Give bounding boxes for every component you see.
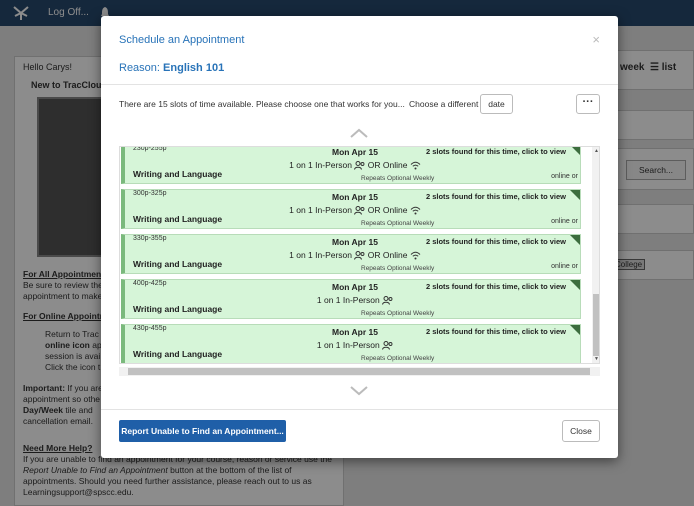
slot-list[interactable]: 230p-255p Mon Apr 15 2 slots found for thi… — [119, 146, 600, 364]
slot-online-note: online or — [551, 263, 578, 270]
slot-found-link[interactable]: 2 slots found for this time, click to vi… — [426, 192, 566, 201]
scroll-up-arrow-icon[interactable]: ▲ — [593, 148, 599, 156]
slot-repeats: Repeats Optional Weekly — [361, 220, 435, 227]
vertical-scroll-thumb[interactable] — [593, 294, 599, 356]
slot-day: Mon Apr 15 — [332, 147, 378, 157]
corner-flag-icon — [560, 235, 580, 245]
corner-flag-icon — [560, 147, 580, 155]
slot-time: 230p-255p — [133, 146, 167, 152]
in-person-icon — [382, 340, 393, 350]
footer-divider — [101, 409, 618, 410]
slot-repeats: Repeats Optional Weekly — [361, 265, 435, 272]
slots-available-text: There are 15 slots of time available. Pl… — [119, 99, 405, 109]
close-button[interactable]: Close — [562, 420, 600, 442]
slot-subject: Writing and Language — [133, 214, 223, 224]
close-icon[interactable]: × — [592, 32, 600, 47]
slot-subject: Writing and Language — [133, 169, 223, 179]
slot-row[interactable]: 330p-355p Mon Apr 15 2 slots found for thi… — [121, 234, 581, 274]
slot-repeats: Repeats Optional Weekly — [361, 310, 435, 317]
slot-day: Mon Apr 15 — [332, 282, 378, 292]
scroll-down-arrow-icon[interactable]: ▼ — [593, 356, 599, 363]
date-button[interactable]: date — [480, 94, 513, 114]
slot-online-note: online or — [551, 173, 578, 180]
slot-online-note: online or — [551, 218, 578, 225]
slot-row[interactable]: 300p-325p Mon Apr 15 2 slots found for thi… — [121, 189, 581, 229]
slot-row[interactable]: 230p-255p Mon Apr 15 2 slots found for thi… — [121, 146, 581, 184]
slot-time: 430p-455p — [133, 325, 167, 332]
choose-different-label: Choose a different — [409, 99, 479, 109]
wifi-icon — [410, 205, 421, 215]
slot-row[interactable]: 400p-425p Mon Apr 15 2 slots found for thi… — [121, 279, 581, 319]
schedule-appointment-modal: Schedule an Appointment × Reason: Englis… — [101, 16, 618, 458]
more-options-button[interactable]: ··· — [576, 94, 600, 114]
vertical-scrollbar[interactable]: ▲ ▼ — [592, 147, 599, 363]
slot-subject: Writing and Language — [133, 349, 223, 359]
reason-line: Reason: English 101 — [119, 62, 225, 74]
corner-flag-icon — [560, 190, 580, 200]
slot-repeats: Repeats Optional Weekly — [361, 355, 435, 362]
slot-subject: Writing and Language — [133, 259, 223, 269]
horizontal-scrollbar[interactable] — [119, 367, 600, 376]
slot-list-inner: 230p-255p Mon Apr 15 2 slots found for thi… — [120, 146, 590, 363]
slot-repeats: Repeats Optional Weekly — [361, 175, 435, 182]
horizontal-scroll-thumb[interactable] — [128, 368, 590, 375]
slot-found-link[interactable]: 2 slots found for this time, click to vi… — [426, 282, 566, 291]
slot-time: 330p-355p — [133, 235, 167, 242]
slot-found-link[interactable]: 2 slots found for this time, click to vi… — [426, 237, 566, 246]
slot-time: 300p-325p — [133, 190, 167, 197]
slot-time: 400p-425p — [133, 280, 167, 287]
corner-flag-icon — [560, 280, 580, 290]
in-person-icon — [354, 160, 365, 170]
header-divider — [101, 84, 618, 85]
modal-title: Schedule an Appointment — [119, 34, 245, 46]
slot-found-link[interactable]: 2 slots found for this time, click to vi… — [426, 147, 566, 156]
corner-flag-icon — [560, 325, 580, 335]
report-unable-button[interactable]: Report Unable to Find an Appointment... — [119, 420, 286, 442]
in-person-icon — [354, 250, 365, 260]
scroll-down-chevron-icon[interactable] — [350, 386, 368, 396]
wifi-icon — [410, 250, 421, 260]
wifi-icon — [410, 160, 421, 170]
slot-row[interactable]: 430p-455p Mon Apr 15 2 slots found for thi… — [121, 324, 581, 363]
in-person-icon — [354, 205, 365, 215]
scroll-up-chevron-icon[interactable] — [350, 128, 368, 138]
in-person-icon — [382, 295, 393, 305]
slot-day: Mon Apr 15 — [332, 192, 378, 202]
slot-found-link[interactable]: 2 slots found for this time, click to vi… — [426, 327, 566, 336]
slot-day: Mon Apr 15 — [332, 237, 378, 247]
slot-day: Mon Apr 15 — [332, 327, 378, 337]
slot-subject: Writing and Language — [133, 304, 223, 314]
reason-value: English 101 — [163, 62, 225, 74]
